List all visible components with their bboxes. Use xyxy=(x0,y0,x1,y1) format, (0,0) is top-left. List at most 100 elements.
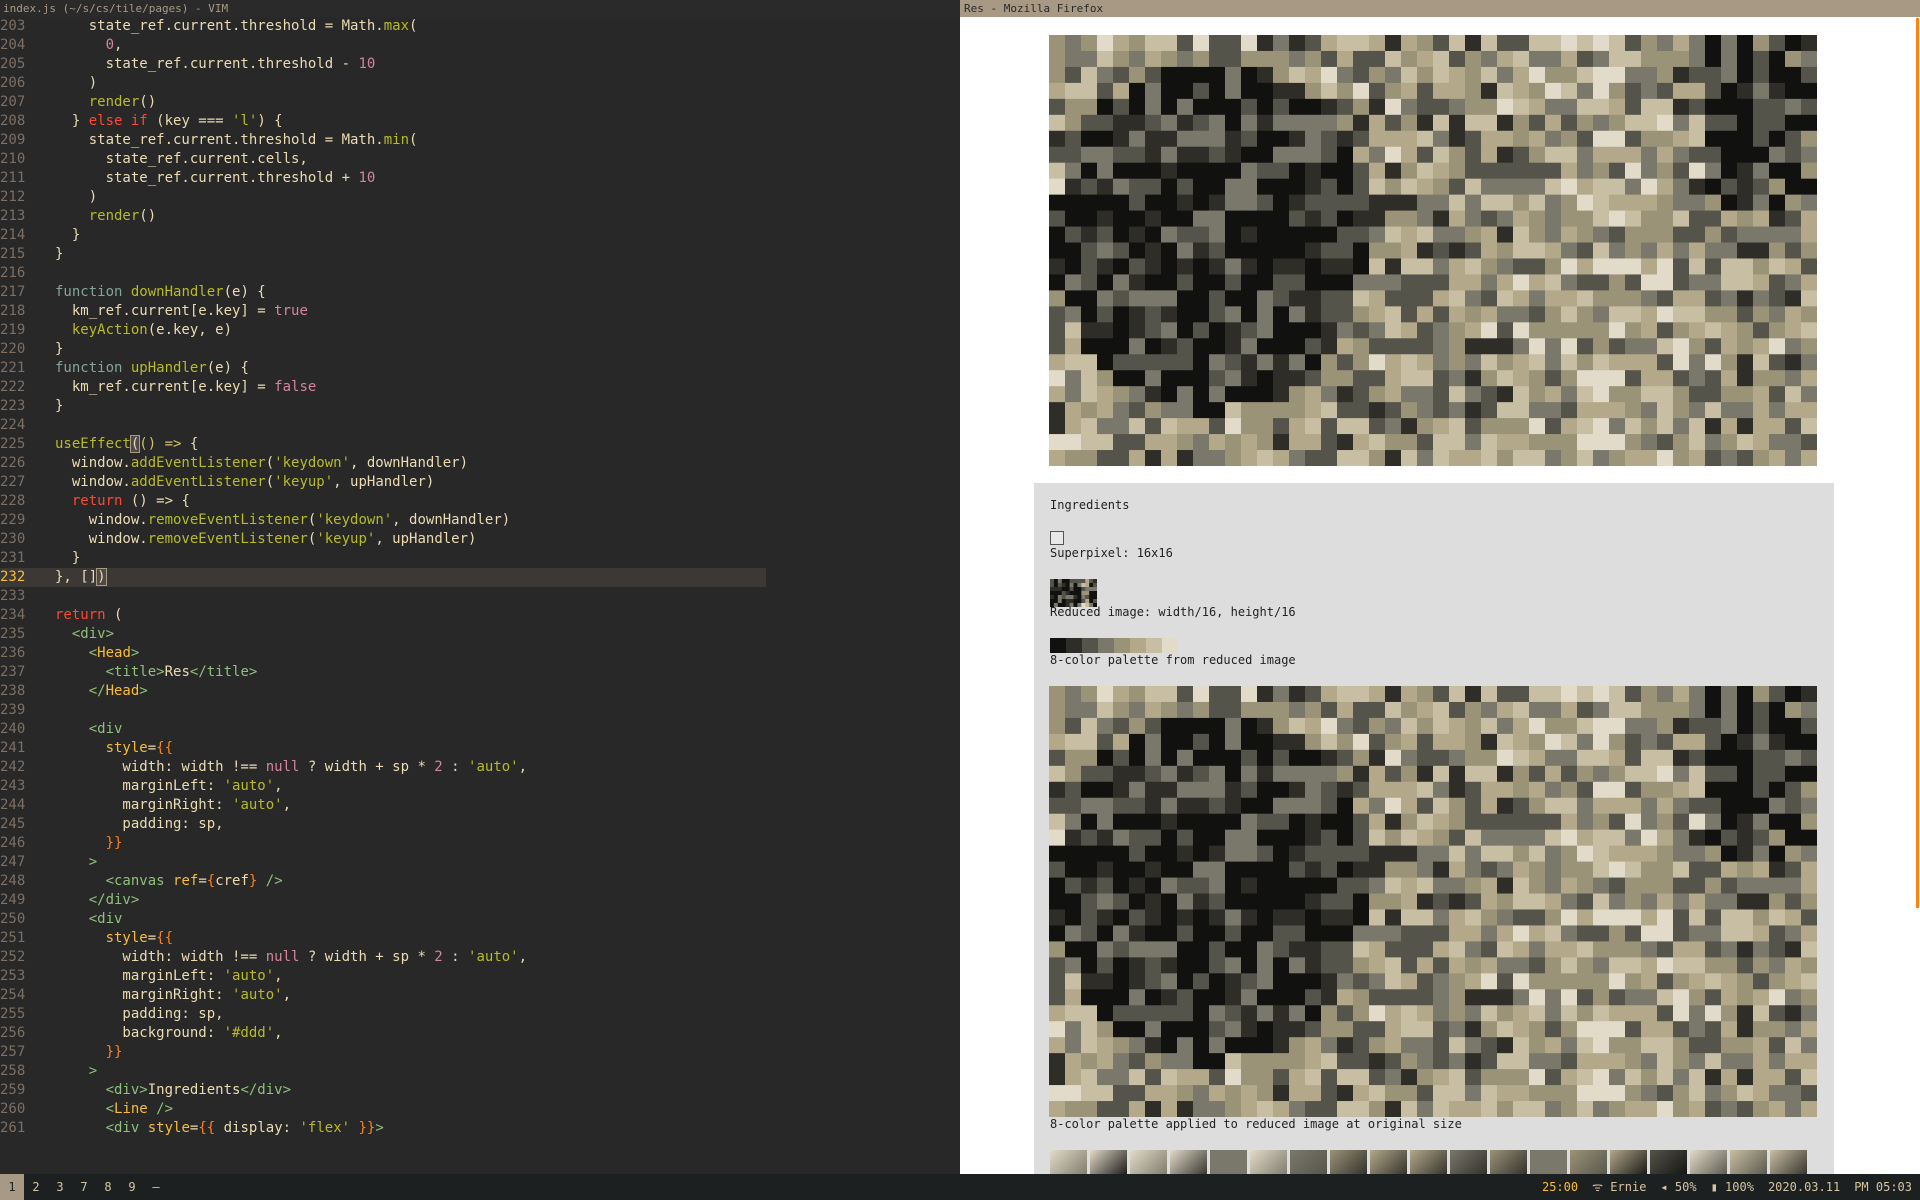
firefox-window[interactable]: Res - Mozilla Firefox Ingredients Superp… xyxy=(960,0,1920,1174)
code-line[interactable]: 225 useEffect(() => { xyxy=(0,435,960,454)
code-line[interactable]: 233 xyxy=(0,587,960,606)
line-number: 242 xyxy=(0,759,26,775)
code-line[interactable]: 260 <Line /> xyxy=(0,1100,960,1119)
code-line[interactable]: 208 } else if (key === 'l') { xyxy=(0,112,960,131)
code-line[interactable]: 204 0, xyxy=(0,36,960,55)
code-line[interactable]: 245 padding: sp, xyxy=(0,815,960,834)
code-token: /> xyxy=(257,873,283,889)
code-token: 'auto' xyxy=(468,759,519,775)
code-line[interactable]: 211 state_ref.current.threshold + 10 xyxy=(0,169,960,188)
code-line[interactable]: 206 ) xyxy=(0,74,960,93)
code-line[interactable]: 207 render() xyxy=(0,93,960,112)
tile-thumbnail xyxy=(1410,1150,1447,1174)
code-line[interactable]: 248 <canvas ref={cref} /> xyxy=(0,872,960,891)
code-token: = xyxy=(198,873,207,889)
workspace-item[interactable]: — xyxy=(144,1174,168,1200)
code-line[interactable]: 241 style={{ xyxy=(0,739,960,758)
code-line[interactable]: 230 window.removeEventListener('keyup', … xyxy=(0,530,960,549)
code-line[interactable]: 258 > xyxy=(0,1062,960,1081)
code-line[interactable]: 243 marginLeft: 'auto', xyxy=(0,777,960,796)
code-token: km_ref.current[e.key] = xyxy=(55,303,275,319)
code-line[interactable]: 213 render() xyxy=(0,207,960,226)
workspace-item[interactable]: 8 xyxy=(96,1174,120,1200)
code-line[interactable]: 257 }} xyxy=(0,1043,960,1062)
code-line[interactable]: 210 state_ref.current.cells, xyxy=(0,150,960,169)
code-line[interactable]: 240 <div xyxy=(0,720,960,739)
palette-swatch xyxy=(1098,638,1114,653)
code-line[interactable]: 250 <div xyxy=(0,910,960,929)
code-token: < xyxy=(88,645,98,661)
code-line[interactable]: 261 <div style={{ display: 'flex' }}> xyxy=(0,1119,960,1138)
volume-status[interactable]: ◂ 50% xyxy=(1660,1174,1696,1200)
code-line[interactable]: 236 <Head> xyxy=(0,644,960,663)
code-line[interactable]: 218 km_ref.current[e.key] = true xyxy=(0,302,960,321)
code-line[interactable]: 255 padding: sp, xyxy=(0,1005,960,1024)
code-token: : xyxy=(442,759,469,775)
code-token: ? width + sp * xyxy=(299,759,435,775)
line-number: 260 xyxy=(0,1101,26,1117)
code-line[interactable]: 244 marginRight: 'auto', xyxy=(0,796,960,815)
code-line[interactable]: 249 </div> xyxy=(0,891,960,910)
line-number: 239 xyxy=(0,702,26,718)
code-line[interactable]: 209 state_ref.current.threshold = Math.m… xyxy=(0,131,960,150)
code-line[interactable]: 221 function upHandler(e) { xyxy=(0,359,960,378)
wifi-status[interactable]: ᯤ Ernie xyxy=(1592,1174,1646,1200)
code-line[interactable]: 212 ) xyxy=(0,188,960,207)
code-line[interactable]: 226 window.addEventListener('keydown', d… xyxy=(0,454,960,473)
code-line[interactable]: 216 xyxy=(0,264,960,283)
code-line[interactable]: 214 } xyxy=(0,226,960,245)
code-line[interactable]: 247 > xyxy=(0,853,960,872)
code-line[interactable]: 232}, []) xyxy=(0,568,766,587)
line-number: 254 xyxy=(0,987,26,1003)
code-line[interactable]: 231 } xyxy=(0,549,960,568)
line-number: 225 xyxy=(0,436,26,452)
code-token: } xyxy=(55,398,64,414)
code-line[interactable]: 229 window.removeEventListener('keydown'… xyxy=(0,511,960,530)
code-line[interactable]: 227 window.addEventListener('keyup', upH… xyxy=(0,473,960,492)
code-line[interactable]: 256 background: '#ddd', xyxy=(0,1024,960,1043)
tile-thumbnail xyxy=(1570,1150,1607,1174)
code-line[interactable]: 219 keyAction(e.key, e) xyxy=(0,321,960,340)
code-token: ( xyxy=(409,132,418,148)
code-line[interactable]: 203 state_ref.current.threshold = Math.m… xyxy=(0,17,960,36)
vim-window[interactable]: index.js (~/s/cs/tile/pages) - VIM 203 s… xyxy=(0,0,960,1174)
code-token: window. xyxy=(55,531,148,547)
tile-thumbnail xyxy=(1690,1150,1727,1174)
line-number: 234 xyxy=(0,607,26,623)
workspace-item[interactable]: 3 xyxy=(48,1174,72,1200)
code-line[interactable]: 246 }} xyxy=(0,834,960,853)
code-token: , upHandler) xyxy=(375,531,477,547)
code-line[interactable]: 228 return () => { xyxy=(0,492,960,511)
code-line[interactable]: 205 state_ref.current.threshold - 10 xyxy=(0,55,960,74)
code-line[interactable]: 254 marginRight: 'auto', xyxy=(0,986,960,1005)
code-line[interactable]: 234 return ( xyxy=(0,606,960,625)
code-token: 'auto' xyxy=(223,968,275,984)
workspace-item[interactable]: 2 xyxy=(24,1174,48,1200)
code-line[interactable]: 223} xyxy=(0,397,960,416)
pomodoro-timer[interactable]: 25:00 xyxy=(1542,1174,1578,1200)
line-number: 232 xyxy=(0,569,26,585)
code-line[interactable]: 242 width: width !== null ? width + sp *… xyxy=(0,758,960,777)
workspace-item[interactable]: 7 xyxy=(72,1174,96,1200)
code-line[interactable]: 215} xyxy=(0,245,960,264)
code-line[interactable]: 217 function downHandler(e) { xyxy=(0,283,960,302)
code-line[interactable]: 237 <title>Res</title> xyxy=(0,663,960,682)
code-line[interactable]: 235 <div> xyxy=(0,625,960,644)
workspace-item[interactable]: 9 xyxy=(120,1174,144,1200)
code-token: marginLeft: xyxy=(55,968,224,984)
code-line[interactable]: 224 xyxy=(0,416,960,435)
code-line[interactable]: 251 style={{ xyxy=(0,929,960,948)
code-line[interactable]: 239 xyxy=(0,701,960,720)
code-editor[interactable]: 203 state_ref.current.threshold = Math.m… xyxy=(0,17,960,1138)
scrollbar-thumb[interactable] xyxy=(1916,18,1919,908)
code-line[interactable]: 259 <div>Ingredients</div> xyxy=(0,1081,960,1100)
code-line[interactable]: 238 </Head> xyxy=(0,682,960,701)
code-line[interactable]: 220} xyxy=(0,340,960,359)
code-line[interactable]: 253 marginLeft: 'auto', xyxy=(0,967,960,986)
code-line[interactable]: 222 km_ref.current[e.key] = false xyxy=(0,378,960,397)
workspace-item[interactable]: 1 xyxy=(0,1174,24,1200)
code-token: } xyxy=(55,341,64,357)
code-line[interactable]: 252 width: width !== null ? width + sp *… xyxy=(0,948,960,967)
